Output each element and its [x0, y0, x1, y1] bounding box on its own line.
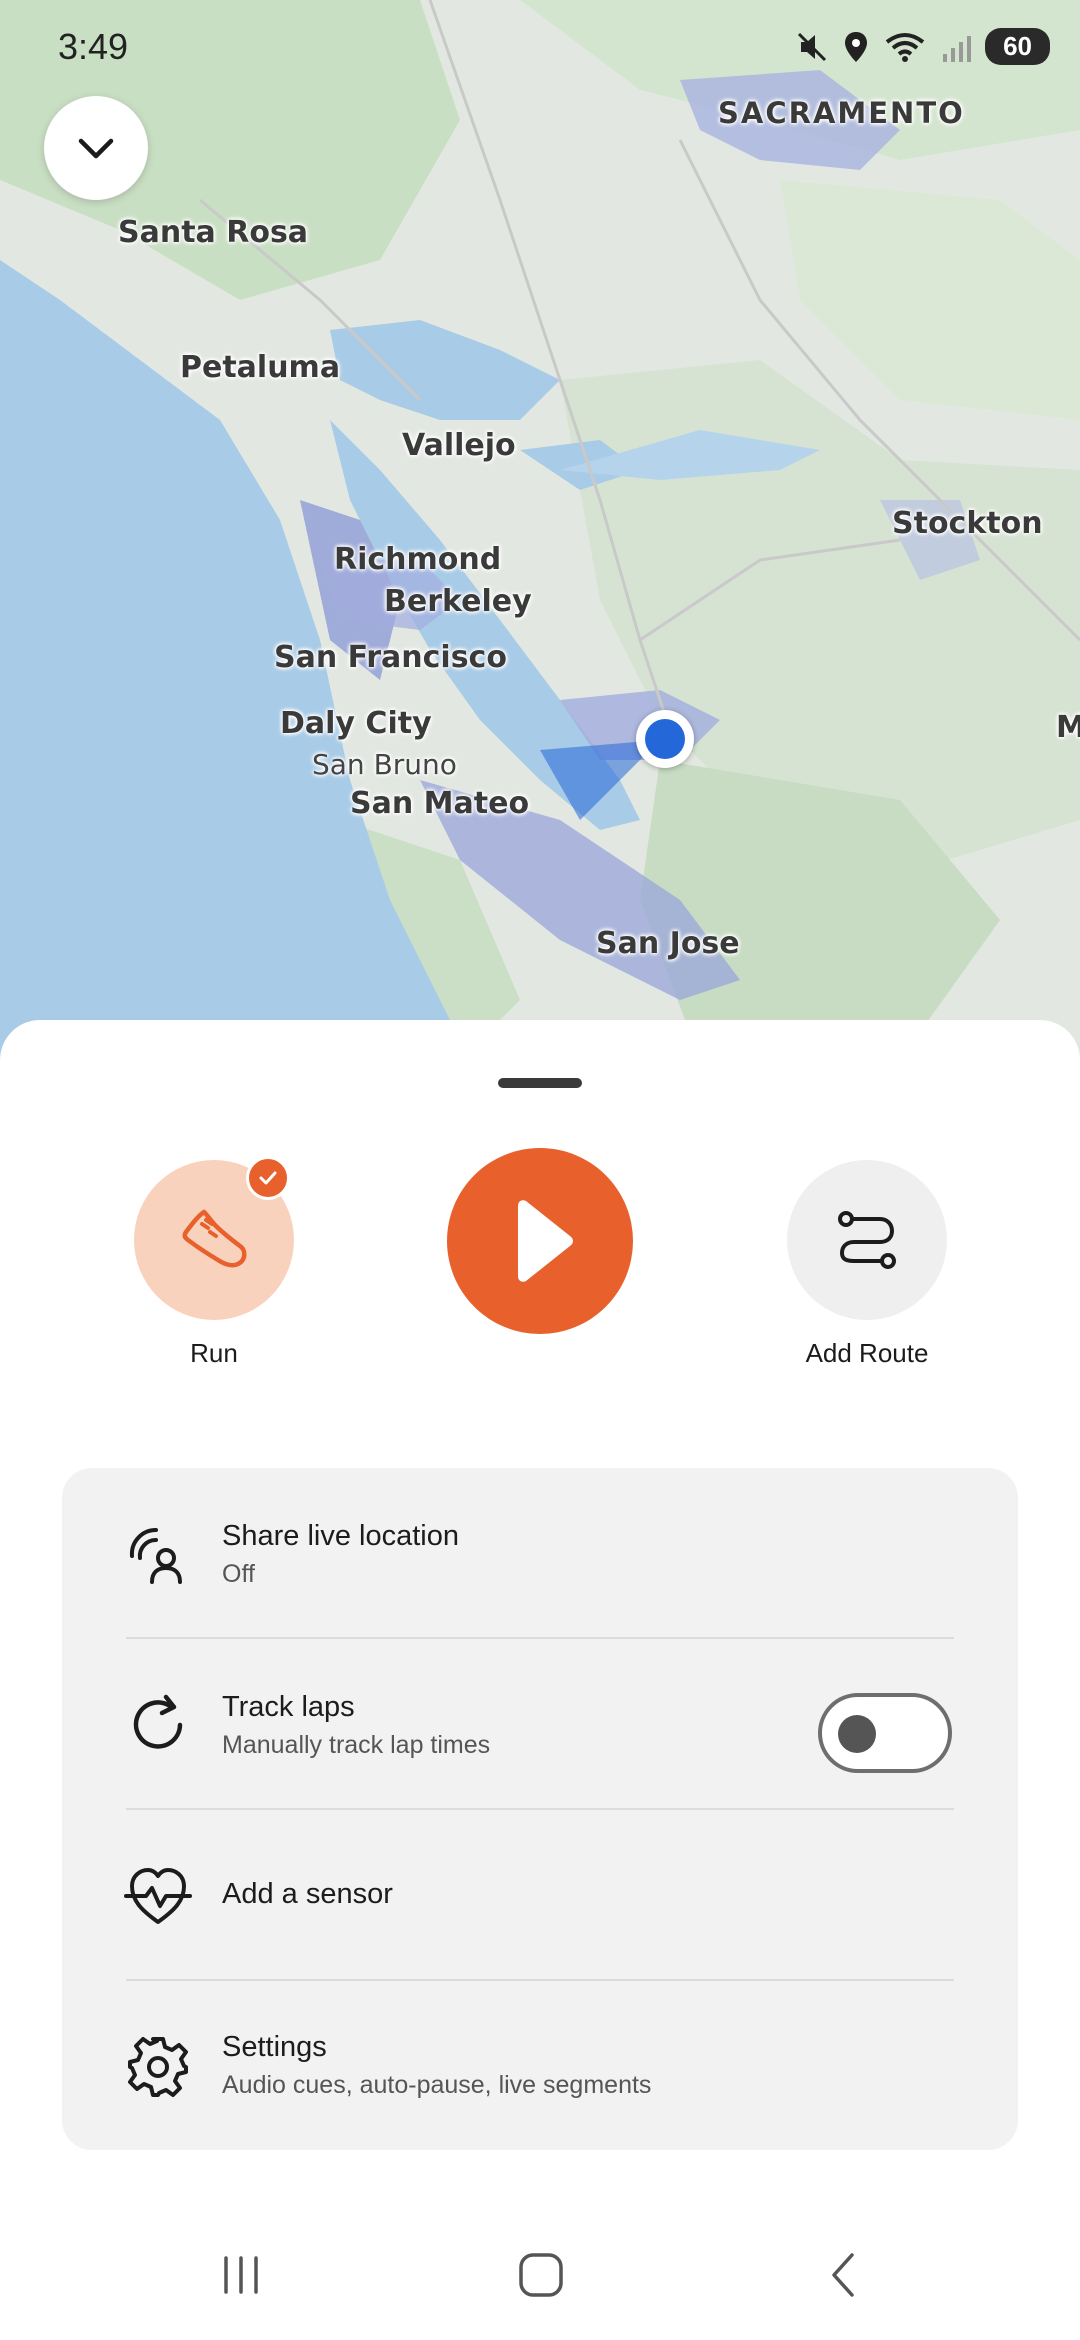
mute-icon: [798, 32, 827, 61]
option-settings[interactable]: Settings Audio cues, auto-pause, live se…: [62, 1981, 1018, 2152]
signal-icon: [943, 35, 972, 62]
add-route-label: Add Route: [805, 1338, 929, 1368]
map-label-santa-rosa: Santa Rosa: [118, 215, 309, 250]
option-title: Settings: [222, 2031, 327, 2063]
options-card: Share live location Off Track laps Manua…: [62, 1468, 1018, 2150]
location-pin-icon: [845, 31, 868, 62]
map-label-daly-city: Daly City: [280, 706, 432, 741]
current-location-marker: [636, 710, 694, 768]
collapse-button[interactable]: [44, 96, 148, 200]
chevron-down-icon: [78, 138, 114, 159]
activity-sheet: Run Add Route Share live location Off Tr…: [0, 1020, 1080, 2340]
refresh-icon: [124, 1691, 192, 1759]
status-time: 3:49: [58, 26, 129, 67]
option-title: Track laps: [222, 1691, 355, 1723]
start-button[interactable]: [447, 1148, 633, 1334]
map-label-stockton: Stockton: [892, 506, 1043, 541]
option-subtitle: Manually track lap times: [222, 1731, 491, 1759]
map-label-san-bruno: San Bruno: [312, 748, 457, 781]
map-label-san-francisco: San Francisco: [274, 640, 507, 675]
map-label-richmond: Richmond: [334, 542, 502, 577]
recents-button[interactable]: [196, 2240, 286, 2310]
sport-type-label: Run: [190, 1338, 238, 1368]
option-title: Add a sensor: [222, 1878, 393, 1910]
option-subtitle: Off: [222, 1560, 255, 1588]
recents-icon: [224, 2256, 258, 2294]
toggle-knob: [838, 1715, 876, 1753]
heart-rate-icon: [124, 1862, 192, 1930]
live-location-icon: [124, 1520, 192, 1588]
track-laps-toggle[interactable]: [818, 1693, 952, 1773]
battery-indicator: 60: [985, 28, 1050, 65]
map-label-petaluma: Petaluma: [180, 350, 341, 385]
home-button[interactable]: [496, 2240, 586, 2310]
map-label-edge: M: [1056, 710, 1080, 745]
option-title: Share live location: [222, 1520, 459, 1552]
back-icon: [832, 2253, 854, 2297]
option-add-sensor[interactable]: Add a sensor: [62, 1810, 1018, 1981]
wifi-icon: [885, 32, 925, 62]
map-label-san-jose: San Jose: [596, 926, 740, 961]
option-subtitle: Audio cues, auto-pause, live segments: [222, 2071, 652, 2099]
map-label-san-mateo: San Mateo: [350, 786, 530, 821]
option-track-laps[interactable]: Track laps Manually track lap times: [62, 1639, 1018, 1810]
home-icon: [519, 2253, 563, 2297]
status-icons: 60: [795, 28, 1050, 65]
gear-icon: [124, 2033, 192, 2101]
add-route-button[interactable]: [787, 1160, 947, 1320]
route-icon: [838, 1211, 896, 1269]
map-view[interactable]: 3:49 60 SACRAMENTO Santa Rosa Petaluma V…: [0, 0, 1080, 1060]
back-button[interactable]: [800, 2240, 890, 2310]
checkmark-icon: [259, 1171, 277, 1185]
running-shoe-icon: [182, 1209, 247, 1268]
sheet-drag-handle[interactable]: [498, 1078, 582, 1088]
map-label-berkeley: Berkeley: [384, 584, 532, 619]
play-icon: [518, 1200, 573, 1282]
selected-badge: [246, 1156, 290, 1200]
map-label-vallejo: Vallejo: [402, 428, 516, 463]
map-label-sacramento: SACRAMENTO: [718, 96, 965, 130]
option-share-live-location[interactable]: Share live location Off: [62, 1468, 1018, 1639]
